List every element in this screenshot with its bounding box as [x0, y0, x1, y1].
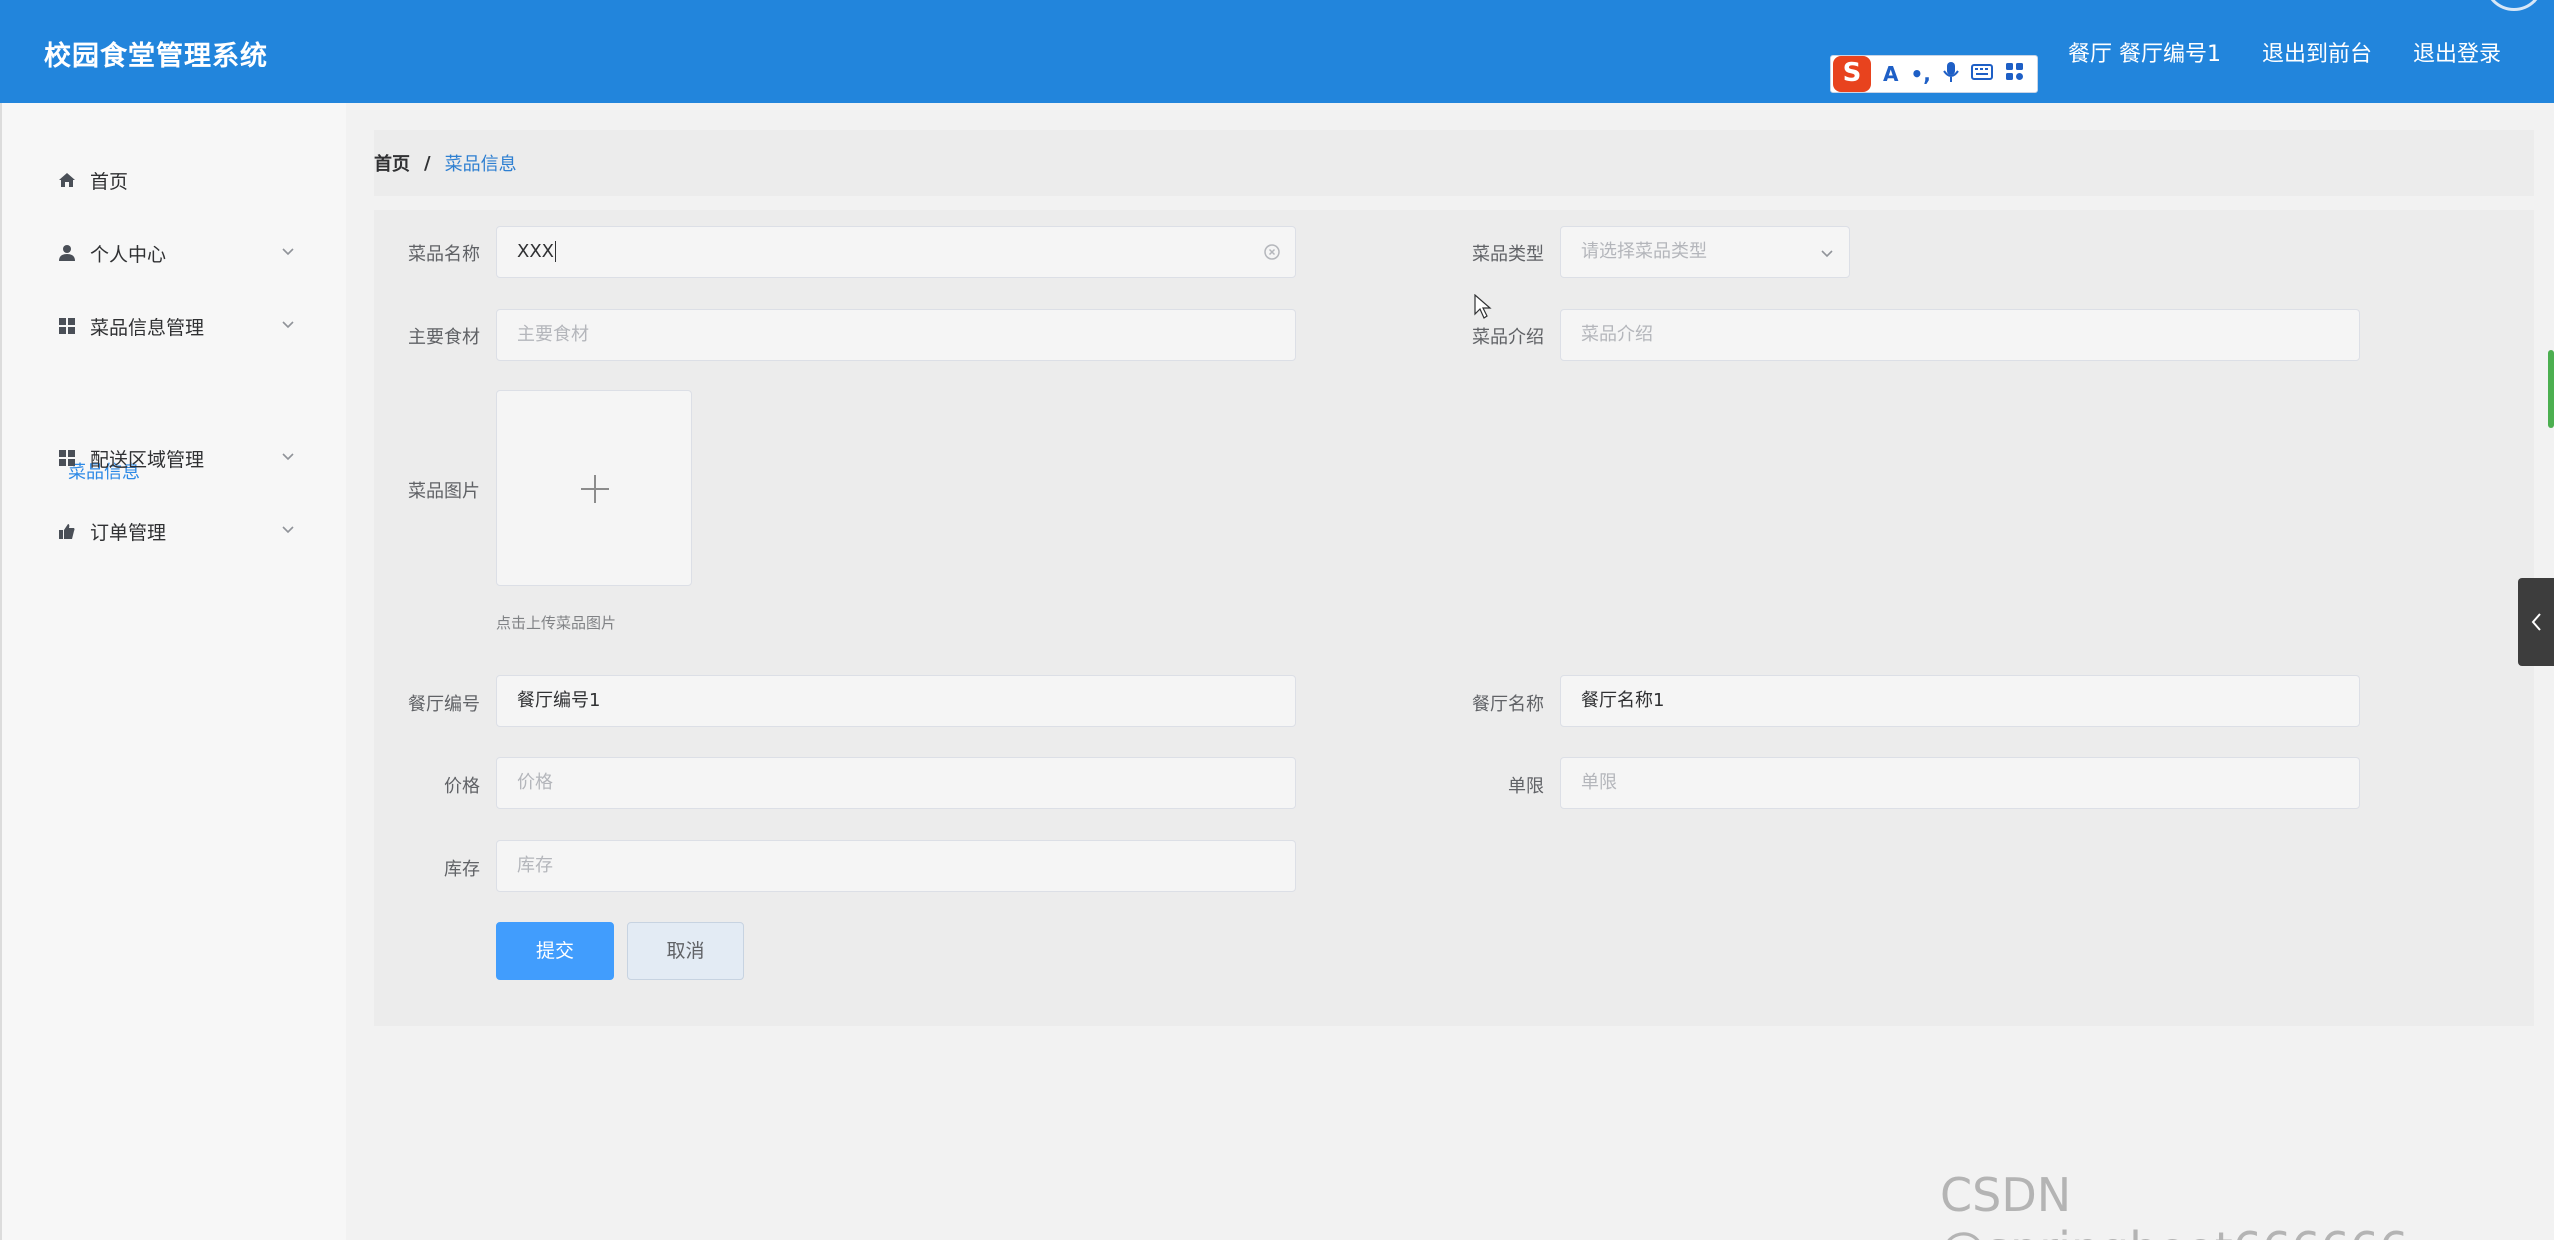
dish-name-input[interactable]: XXX [496, 226, 1296, 278]
dish-name-label: 菜品名称 [408, 244, 480, 265]
logout-link[interactable]: 退出登录 [2413, 42, 2501, 67]
avatar[interactable] [2484, 0, 2544, 11]
stock-input[interactable]: 库存 [496, 840, 1296, 892]
dish-type-placeholder: 请选择菜品类型 [1581, 241, 1707, 262]
ingredients-input[interactable]: 主要食材 [496, 309, 1296, 361]
price-input[interactable]: 价格 [496, 757, 1296, 809]
ime-mode-toggle[interactable]: A [1883, 62, 1898, 86]
sidebar-item-label: 菜品信息管理 [90, 316, 205, 339]
ime-punct-toggle[interactable]: •, [1910, 62, 1930, 86]
chevron-down-icon [282, 526, 294, 534]
dish-type-label: 菜品类型 [1472, 244, 1544, 265]
header-links: 餐厅 餐厅编号1 退出到前台 退出登录 [2034, 36, 2501, 68]
watermark: CSDN @springboot666666 [1940, 1168, 2408, 1240]
sidebar-item-delivery-area[interactable]: 配送区域管理 [58, 438, 298, 478]
breadcrumb: 首页 / 菜品信息 [374, 130, 2534, 196]
sidebar-item-home[interactable]: 首页 [58, 160, 298, 200]
limit-input[interactable]: 单限 [1560, 757, 2360, 809]
top-header: 校园食堂管理系统 S A •, 餐厅 餐厅编号1 退出到前台 退出登录 [0, 0, 2554, 103]
grid-icon [58, 317, 76, 335]
sidebar-item-dish-management[interactable]: 菜品信息管理 [58, 306, 298, 346]
scroll-indicator[interactable] [2548, 350, 2554, 428]
chevron-down-icon [1821, 250, 1833, 258]
keyboard-icon[interactable] [1970, 64, 1993, 84]
text-caret [555, 241, 562, 262]
stock-label: 库存 [444, 859, 480, 880]
sidebar-item-label: 个人中心 [90, 243, 167, 266]
home-icon [58, 171, 76, 189]
breadcrumb-separator: / [424, 152, 431, 174]
upload-hint: 点击上传菜品图片 [496, 614, 617, 632]
chevron-down-icon [282, 453, 294, 461]
ime-logo-icon[interactable]: S [1833, 56, 1871, 92]
cancel-button[interactable]: 取消 [627, 922, 744, 980]
sidebar-item-label: 订单管理 [90, 521, 167, 544]
breadcrumb-current: 菜品信息 [444, 154, 517, 175]
chevron-down-icon [282, 248, 294, 256]
ingredients-label: 主要食材 [408, 327, 480, 348]
mic-icon[interactable] [1943, 61, 1959, 87]
sidebar-item-profile[interactable]: 个人中心 [58, 233, 298, 273]
side-panel-toggle[interactable] [2518, 578, 2554, 666]
grid-icon[interactable] [2005, 62, 2025, 86]
app-title: 校园食堂管理系统 [44, 41, 268, 72]
restaurant-no-label: 餐厅编号 [408, 694, 480, 715]
sidebar-item-label: 首页 [90, 170, 129, 193]
price-label: 价格 [444, 776, 480, 797]
restaurant-no-input[interactable]: 餐厅编号1 [496, 675, 1296, 727]
chevron-left-icon [2531, 613, 2541, 631]
sidebar-item-orders[interactable]: 订单管理 [58, 511, 298, 551]
intro-label: 菜品介绍 [1472, 327, 1544, 348]
limit-label: 单限 [1508, 776, 1544, 797]
plus-icon [581, 475, 609, 503]
mouse-cursor-icon [1474, 294, 1492, 319]
user-icon [58, 244, 76, 262]
front-page-link[interactable]: 退出到前台 [2262, 42, 2372, 67]
ime-toolbar[interactable]: S A •, [1830, 55, 2038, 93]
dish-type-select[interactable]: 请选择菜品类型 [1560, 226, 1850, 278]
dish-image-label: 菜品图片 [408, 481, 480, 502]
dish-name-value: XXX [517, 241, 554, 262]
image-upload-button[interactable] [496, 390, 692, 586]
restaurant-name-label: 餐厅名称 [1472, 694, 1544, 715]
intro-input[interactable]: 菜品介绍 [1560, 309, 2360, 361]
submit-button[interactable]: 提交 [496, 922, 614, 980]
chevron-down-icon [282, 321, 294, 329]
restaurant-name-input[interactable]: 餐厅名称1 [1560, 675, 2360, 727]
current-user-label: 餐厅 餐厅编号1 [2067, 42, 2221, 67]
sidebar-item-label: 配送区域管理 [90, 448, 205, 471]
cart-icon [58, 522, 76, 540]
sidebar: 首页 个人中心 菜品信息管理 菜品信息 配送区域管理 订单管理 [0, 103, 346, 1240]
breadcrumb-home[interactable]: 首页 [374, 150, 410, 176]
grid-icon [58, 449, 76, 467]
clear-icon[interactable] [1261, 241, 1283, 263]
